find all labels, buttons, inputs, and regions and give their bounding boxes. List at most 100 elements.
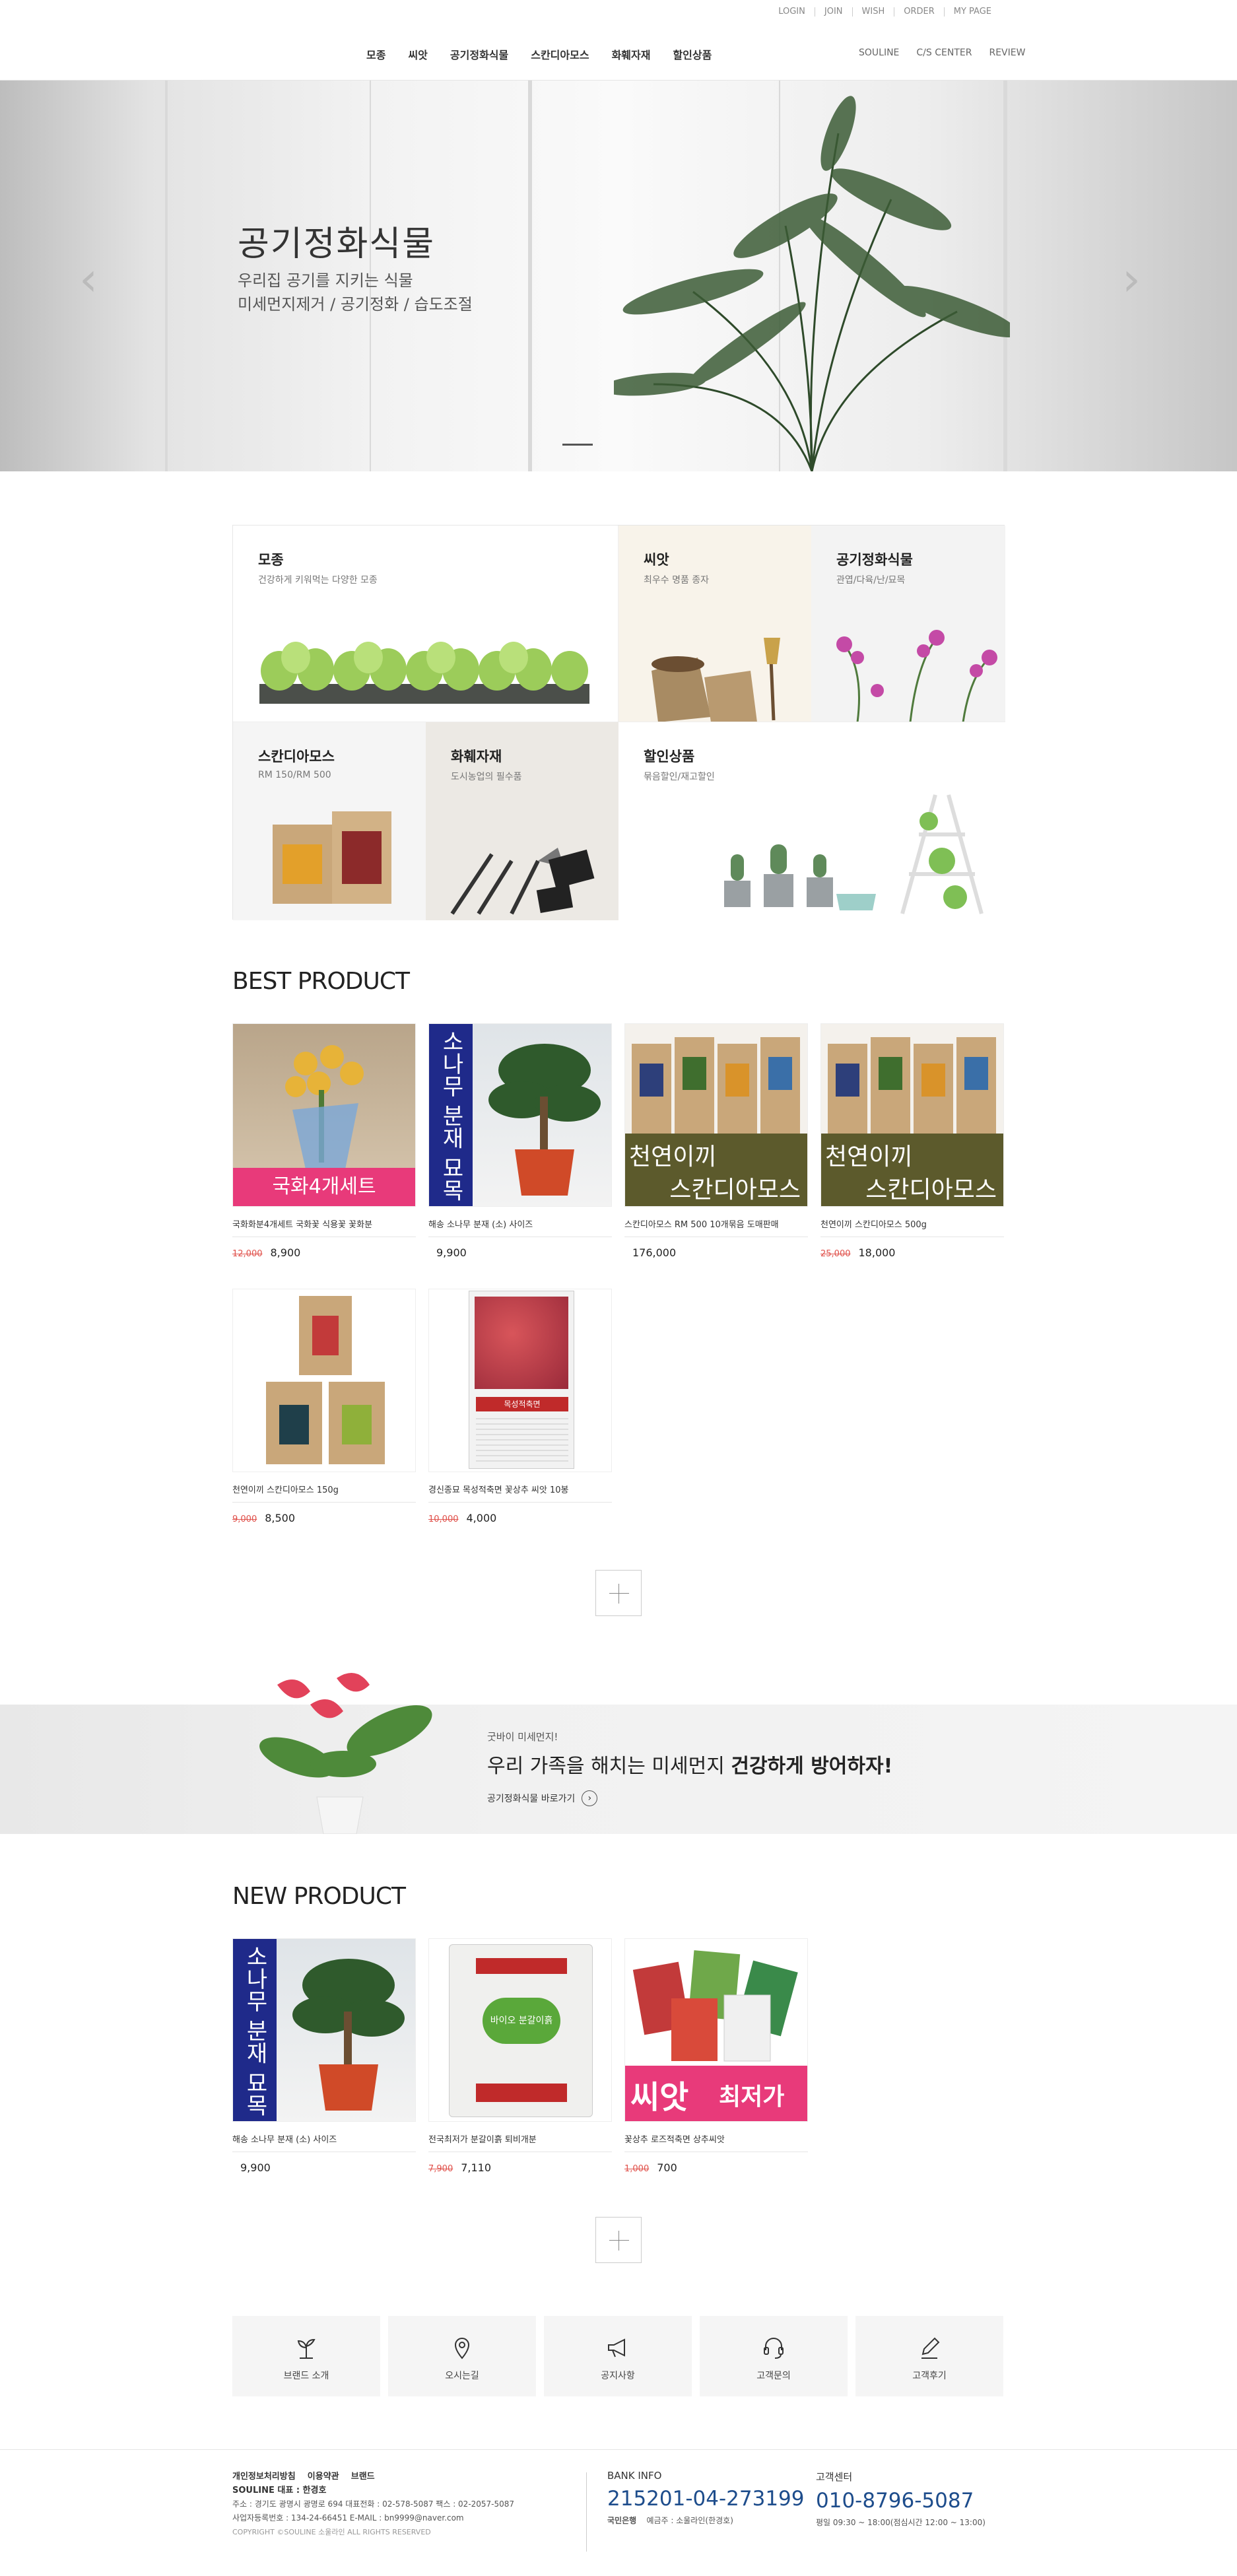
menu-cs-center[interactable]: C/S CENTER: [916, 48, 972, 58]
service-notice[interactable]: 공지사항: [544, 2316, 692, 2396]
original-price: 1,000: [624, 2164, 650, 2174]
login-link[interactable]: LOGIN: [769, 7, 815, 17]
original-price: 12,000: [232, 1249, 263, 1259]
next-arrow-icon[interactable]: ›: [1122, 252, 1141, 306]
service-inquiry[interactable]: 고객문의: [700, 2316, 848, 2396]
sale-price: 9,900: [240, 2161, 271, 2174]
megaphone-icon: [608, 2338, 625, 2357]
product-card[interactable]: 바이오 분갈이흙 전국최저가 분갈이흙 퇴비개분 7,900 7,110: [428, 1938, 612, 2174]
category-seed[interactable]: 씨앗 최우수 명품 종자: [618, 525, 811, 722]
arrow-right-icon[interactable]: ›: [582, 1790, 598, 1806]
banner-link-label[interactable]: 공기정화식물 바로가기: [487, 1792, 575, 1805]
service-location[interactable]: 오시는길: [388, 2316, 536, 2396]
product-card[interactable]: 소나무 분재 묘목 해송 소나무 분재 (소) 사이즈 9,900: [232, 1938, 416, 2174]
product-name[interactable]: 천연이끼 스칸디아모스 150g: [232, 1483, 416, 1503]
slide-indicator[interactable]: [562, 444, 593, 446]
product-image[interactable]: [232, 1289, 416, 1472]
category-seedling[interactable]: 모종 건강하게 키워먹는 다양한 모종: [233, 525, 618, 722]
soil-bag: 바이오 분갈이흙: [449, 1944, 593, 2117]
menu-seed[interactable]: 씨앗: [408, 46, 427, 62]
top-bar: LOGIN JOIN WISH ORDER MY PAGE: [0, 0, 1237, 26]
terms-link[interactable]: 이용약관: [308, 2472, 339, 2482]
product-image[interactable]: 소나무 분재 묘목: [428, 1023, 612, 1207]
product-price: 7,900 7,110: [428, 2161, 612, 2174]
bank-title: BANK INFO: [607, 2470, 662, 2482]
prev-arrow-icon[interactable]: ‹: [79, 252, 98, 306]
menu-sale[interactable]: 할인상품: [673, 46, 712, 62]
product-image[interactable]: 소나무 분재 묘목: [232, 1938, 416, 2122]
cs-title: 고객센터: [816, 2471, 853, 2483]
product-image[interactable]: 천연이끼 스칸디아모스: [820, 1023, 1004, 1207]
privacy-link[interactable]: 개인정보처리방침: [232, 2472, 296, 2482]
category-title: 공기정화식물: [836, 552, 913, 568]
product-label-line1: 천연이끼: [629, 1143, 717, 1170]
product-card[interactable]: 씨앗 최저가 꽃상추 로즈적축면 상추씨앗 1,000 700: [624, 1938, 808, 2174]
join-link[interactable]: JOIN: [815, 7, 853, 17]
order-link[interactable]: ORDER: [894, 7, 945, 17]
menu-scandia-moss[interactable]: 스칸디아모스: [531, 46, 589, 62]
product-card[interactable]: 국화4개세트 국화화분4개세트 국화꽃 식용꽃 꽃화분 12,000 8,900: [232, 1023, 416, 1259]
category-flower-material[interactable]: 화훼자재 도시농업의 필수품: [426, 722, 618, 920]
product-card[interactable]: 목성적축면 경신종묘 목성적축면 꽃상추 씨앗 10봉 10,000 4,000: [428, 1289, 612, 1524]
category-title: 씨앗: [644, 552, 669, 568]
service-review[interactable]: 고객후기: [855, 2316, 1003, 2396]
menu-souline[interactable]: SOULINE: [859, 48, 899, 58]
headset-icon: [764, 2338, 784, 2359]
category-scandia-moss[interactable]: 스칸디아모스 RM 150/RM 500: [233, 722, 426, 920]
cactus-pots-image: [724, 794, 984, 914]
product-name[interactable]: 국화화분4개세트 국화꽃 식용꽃 꽃화분: [232, 1217, 416, 1237]
category-sale[interactable]: 할인상품 묶음할인/재고할인: [618, 722, 1005, 920]
soil-bag-top-band: [476, 1958, 567, 1974]
product-image[interactable]: 국화4개세트: [232, 1023, 416, 1207]
service-label[interactable]: 오시는길: [388, 2369, 536, 2382]
wish-link[interactable]: WISH: [853, 7, 895, 17]
garden-tools-image: [450, 848, 595, 915]
product-name[interactable]: 전국최저가 분갈이흙 퇴비개분: [428, 2132, 612, 2152]
banner-link[interactable]: 공기정화식물 바로가기 ›: [487, 1790, 598, 1806]
sale-price: 4,000: [466, 1512, 497, 1524]
product-name[interactable]: 천연이끼 스칸디아모스 500g: [820, 1217, 1004, 1237]
category-desc: 건강하게 키워먹는 다양한 모종: [258, 575, 378, 586]
product-name[interactable]: 해송 소나무 분재 (소) 사이즈: [428, 1217, 612, 1237]
product-name[interactable]: 해송 소나무 분재 (소) 사이즈: [232, 2132, 416, 2152]
category-title: 모종: [258, 552, 284, 568]
mypage-link[interactable]: MY PAGE: [945, 7, 1001, 17]
category-desc: 묶음할인/재고할인: [644, 772, 715, 782]
menu-seedling[interactable]: 모종: [366, 46, 385, 62]
menu-review[interactable]: REVIEW: [989, 48, 1025, 58]
product-image[interactable]: 목성적축면: [428, 1289, 612, 1472]
cs-hours: 평일 09:30 ~ 18:00(점심시간 12:00 ~ 13:00): [816, 2518, 986, 2527]
service-label[interactable]: 고객후기: [855, 2369, 1003, 2382]
best-more-button[interactable]: [595, 1570, 642, 1616]
product-card[interactable]: 천연이끼 스칸디아모스 150g 9,000 8,500: [232, 1289, 416, 1524]
product-name[interactable]: 경신종묘 목성적축면 꽃상추 씨앗 10봉: [428, 1483, 612, 1503]
product-name[interactable]: 꽃상추 로즈적축면 상추씨앗: [624, 2132, 808, 2152]
chrysanthemum-image: [285, 1045, 364, 1169]
product-card[interactable]: 천연이끼 스칸디아모스 천연이끼 스칸디아모스 500g 25,000 18,00…: [820, 1023, 1004, 1259]
service-brand[interactable]: 브랜드 소개: [232, 2316, 380, 2396]
menu-flower-material[interactable]: 화훼자재: [612, 46, 651, 62]
menu-air-plant[interactable]: 공기정화식물: [450, 46, 508, 62]
product-label-line2: 스칸디아모스: [669, 1176, 801, 1203]
pencil-icon: [921, 2337, 940, 2359]
new-more-button[interactable]: [595, 2217, 642, 2263]
product-image[interactable]: 씨앗 최저가: [624, 1938, 808, 2122]
product-card[interactable]: 소나무 분재 묘목 해송 소나무 분재 (소) 사이즈 9,900: [428, 1023, 612, 1259]
category-air-plant[interactable]: 공기정화식물 관엽/다육/난/묘목: [811, 525, 1005, 722]
service-label[interactable]: 고객문의: [700, 2369, 848, 2382]
product-image[interactable]: 천연이끼 스칸디아모스: [624, 1023, 808, 1207]
product-label: 소나무 분재 묘목: [429, 1024, 473, 1206]
service-label[interactable]: 공지사항: [544, 2369, 692, 2382]
sale-price: 700: [657, 2161, 677, 2174]
product-card[interactable]: 천연이끼 스칸디아모스 스칸디아모스 RM 500 10개묶음 도매판매 176…: [624, 1023, 808, 1259]
brand-link[interactable]: 브랜드: [351, 2472, 375, 2482]
main-nav: 모종 씨앗 공기정화식물 스칸디아모스 화훼자재 할인상품 SOULINE C/…: [0, 26, 1237, 81]
sale-price: 9,900: [436, 1246, 467, 1259]
moss-box-stack-image: [266, 1296, 385, 1464]
footer-company: SOULINE 대표 : 한경호: [232, 2486, 327, 2495]
service-label[interactable]: 브랜드 소개: [232, 2369, 380, 2382]
product-price: 12,000 8,900: [232, 1246, 416, 1259]
sale-price: 18,000: [858, 1246, 896, 1259]
product-name[interactable]: 스칸디아모스 RM 500 10개묶음 도매판매: [624, 1217, 808, 1237]
product-image[interactable]: 바이오 분갈이흙: [428, 1938, 612, 2122]
